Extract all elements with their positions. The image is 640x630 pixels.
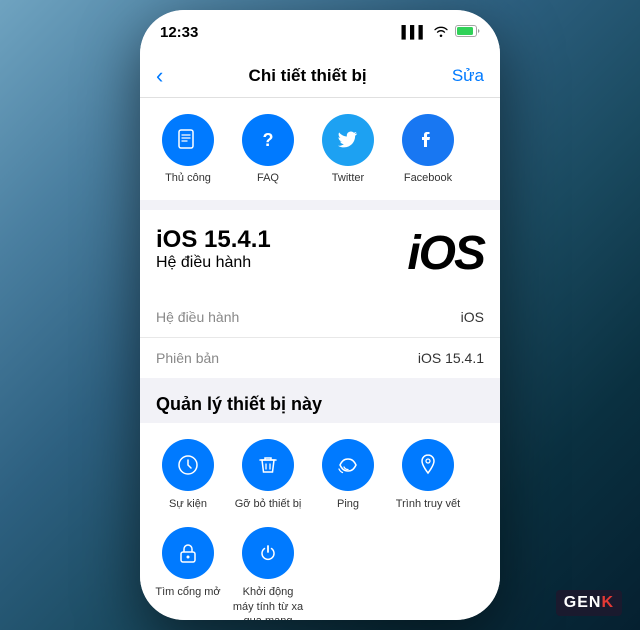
info-rows: Hệ điều hành iOS Phiên bản iOS 15.4.1	[140, 297, 500, 378]
os-value: iOS	[461, 309, 484, 325]
content-area: Thủ công ? FAQ Twitter	[140, 98, 500, 620]
edit-button[interactable]: Sửa	[452, 66, 484, 86]
management-section-title: Quản lý thiết bị này	[140, 378, 500, 423]
go-bo-icon	[242, 439, 294, 491]
mgmt-truy-vet[interactable]: Trình truy vết	[388, 439, 468, 511]
su-kien-icon	[162, 439, 214, 491]
status-bar: 12:33 ▌▌▌	[140, 10, 500, 54]
mgmt-khoi-dong[interactable]: Khởi động máy tính từ xa qua mạng LAN	[228, 527, 308, 620]
go-bo-label: Gỡ bỏ thiết bị	[235, 497, 302, 511]
khoi-dong-icon	[242, 527, 294, 579]
signal-icon: ▌▌▌	[401, 25, 427, 39]
watermark-gen: GEN	[564, 594, 602, 611]
facebook-icon	[402, 114, 454, 166]
nav-bar: ‹ Chi tiết thiết bị Sửa	[140, 54, 500, 98]
quick-actions-row: Thủ công ? FAQ Twitter	[140, 98, 500, 200]
facebook-label: Facebook	[404, 172, 452, 184]
action-thu-cong[interactable]: Thủ công	[148, 114, 228, 184]
action-facebook[interactable]: Facebook	[388, 114, 468, 184]
info-row-os: Hệ điều hành iOS	[140, 297, 500, 338]
mgmt-go-bo[interactable]: Gỡ bỏ thiết bị	[228, 439, 308, 511]
tim-cong-mo-icon	[162, 527, 214, 579]
status-icons: ▌▌▌	[401, 25, 480, 40]
ios-version-text: iOS 15.4.1 Hệ điều hành	[156, 226, 271, 272]
watermark-k: K	[601, 594, 614, 611]
ios-version-subtitle: Hệ điều hành	[156, 254, 271, 272]
truy-vet-label: Trình truy vết	[396, 497, 460, 511]
svg-text:?: ?	[263, 130, 274, 150]
wifi-icon	[433, 25, 449, 40]
truy-vet-icon	[402, 439, 454, 491]
khoi-dong-label: Khởi động máy tính từ xa qua mạng LAN	[232, 585, 304, 620]
faq-label: FAQ	[257, 172, 279, 184]
back-chevron-icon: ‹	[156, 63, 163, 89]
twitter-icon	[322, 114, 374, 166]
ping-icon	[322, 439, 374, 491]
mgmt-tim-cong-mo[interactable]: Tìm cổng mở	[148, 527, 228, 620]
watermark: GENK	[556, 590, 622, 616]
thu-cong-label: Thủ công	[165, 172, 211, 184]
faq-icon: ?	[242, 114, 294, 166]
version-value: iOS 15.4.1	[418, 350, 484, 366]
action-faq[interactable]: ? FAQ	[228, 114, 308, 184]
mgmt-ping[interactable]: Ping	[308, 439, 388, 511]
thu-cong-icon	[162, 114, 214, 166]
status-time: 12:33	[160, 24, 198, 41]
os-label: Hệ điều hành	[156, 309, 239, 325]
mgmt-su-kien[interactable]: Sự kiện	[148, 439, 228, 511]
page-title: Chi tiết thiết bị	[249, 66, 367, 86]
action-twitter[interactable]: Twitter	[308, 114, 388, 184]
info-row-version: Phiên bản iOS 15.4.1	[140, 338, 500, 378]
ios-logo: iOS	[407, 226, 484, 281]
su-kien-label: Sự kiện	[169, 497, 207, 511]
version-label: Phiên bản	[156, 350, 219, 366]
phone-frame: 12:33 ▌▌▌ ‹ Chi tiết thi	[140, 10, 500, 620]
tim-cong-mo-label: Tìm cổng mở	[155, 585, 220, 599]
twitter-label: Twitter	[332, 172, 364, 184]
management-grid: Sự kiện Gỡ bỏ thiết bị	[148, 439, 492, 620]
back-button[interactable]: ‹	[156, 63, 163, 89]
battery-icon	[455, 25, 480, 40]
management-grid-section: Sự kiện Gỡ bỏ thiết bị	[140, 423, 500, 620]
ios-version-heading: iOS 15.4.1	[156, 226, 271, 254]
ping-label: Ping	[337, 497, 359, 511]
ios-version-section: iOS 15.4.1 Hệ điều hành iOS	[140, 210, 500, 297]
